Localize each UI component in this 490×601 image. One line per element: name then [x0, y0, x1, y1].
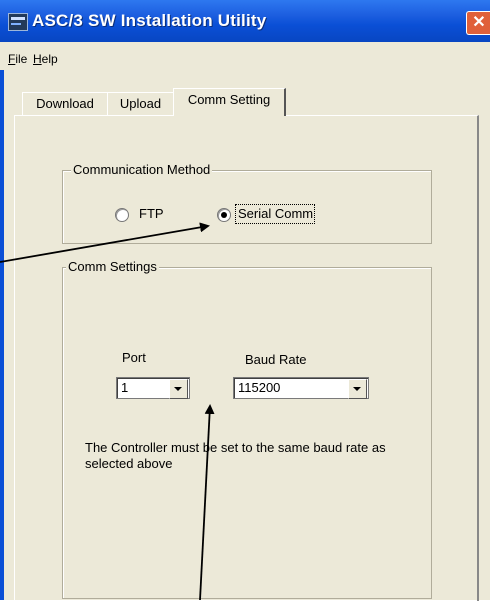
tab-comm-setting[interactable]: Comm Setting: [173, 88, 286, 116]
annotation-arrow: [0, 222, 210, 263]
annotation-arrow: [199, 404, 215, 600]
